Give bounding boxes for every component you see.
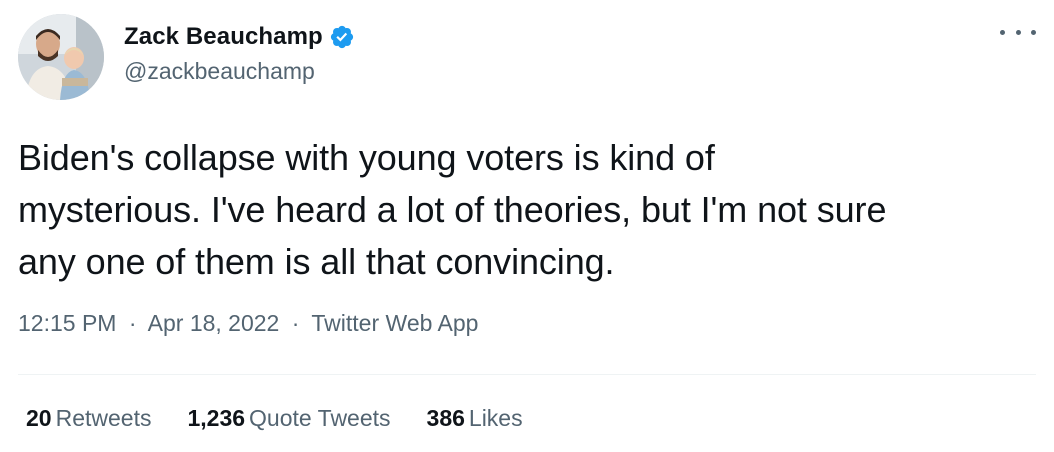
tweet-date[interactable]: Apr 18, 2022 bbox=[148, 310, 280, 336]
tweet-metadata: 12:15 PM · Apr 18, 2022 · Twitter Web Ap… bbox=[18, 310, 478, 337]
retweets-label: Retweets bbox=[55, 405, 152, 431]
more-horizontal-icon bbox=[1015, 29, 1021, 35]
author-names: Zack Beauchamp @zackbeauchamp bbox=[124, 22, 355, 85]
likes-stat[interactable]: 386 Likes bbox=[427, 405, 523, 432]
likes-label: Likes bbox=[468, 405, 523, 431]
tweet-source[interactable]: Twitter Web App bbox=[311, 310, 478, 336]
meta-separator: · bbox=[291, 310, 300, 336]
quote-tweets-count: 1,236 bbox=[187, 405, 246, 431]
more-horizontal-icon bbox=[1031, 29, 1036, 35]
divider bbox=[18, 374, 1036, 375]
more-horizontal-icon bbox=[1000, 29, 1005, 35]
more-options-button[interactable] bbox=[1000, 20, 1036, 44]
avatar-photo bbox=[18, 14, 104, 100]
verified-badge-icon bbox=[329, 24, 355, 50]
tweet-header: Zack Beauchamp @zackbeauchamp bbox=[18, 14, 1036, 100]
tweet-time[interactable]: 12:15 PM bbox=[18, 310, 116, 336]
retweets-count: 20 bbox=[26, 405, 52, 431]
display-name-row: Zack Beauchamp bbox=[124, 22, 355, 52]
likes-count: 386 bbox=[426, 405, 465, 431]
meta-separator: · bbox=[128, 310, 137, 336]
retweets-stat[interactable]: 20 Retweets bbox=[26, 405, 151, 432]
tweet-text: Biden's collapse with young voters is ki… bbox=[18, 137, 887, 282]
author-avatar[interactable] bbox=[18, 14, 104, 100]
engagement-stats: 20 Retweets 1,236 Quote Tweets 386 Likes bbox=[26, 405, 559, 432]
quote-tweets-label: Quote Tweets bbox=[249, 405, 391, 431]
author-handle[interactable]: @zackbeauchamp bbox=[124, 58, 355, 85]
quote-tweets-stat[interactable]: 1,236 Quote Tweets bbox=[187, 405, 390, 432]
author-display-name[interactable]: Zack Beauchamp bbox=[124, 23, 323, 51]
tweet-card: Zack Beauchamp @zackbeauchamp Biden's co… bbox=[0, 0, 1054, 452]
